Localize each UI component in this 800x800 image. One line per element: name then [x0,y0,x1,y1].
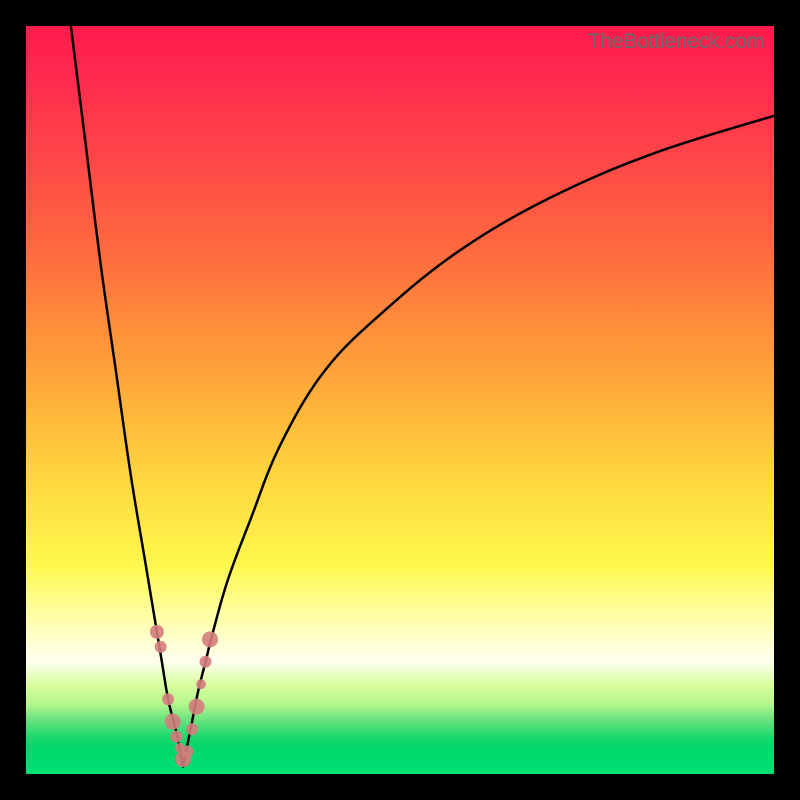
scatter-dot [165,714,181,730]
scatter-dot [155,641,167,653]
scatter-dot [196,679,206,689]
scatter-dot [202,631,218,647]
scatter-points [150,625,218,767]
curve-right-branch [183,116,774,767]
chart-frame: TheBottleneck.com [0,0,800,800]
chart-plot-area: TheBottleneck.com [26,26,774,774]
chart-svg [26,26,774,774]
scatter-dot [162,693,174,705]
scatter-dot [182,746,194,758]
scatter-dot [200,656,212,668]
scatter-dot [170,731,182,743]
scatter-dot [189,699,205,715]
scatter-dot [150,625,164,639]
curve-left-branch [71,26,183,767]
scatter-dot [186,723,198,735]
